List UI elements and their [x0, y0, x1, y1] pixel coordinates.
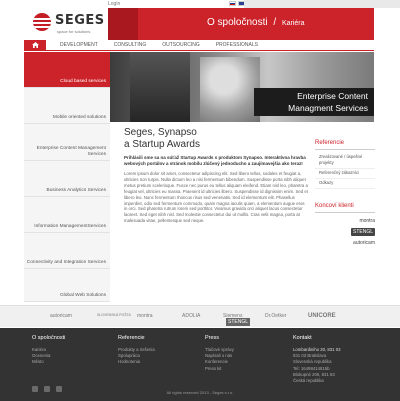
site-header: SEGES space for solutions O spoločnosti … [0, 8, 400, 40]
client-logo-stengl-text: STENGL [350, 228, 375, 236]
footer-title: Referencie [118, 335, 145, 341]
email-icon[interactable] [32, 386, 38, 392]
footer-link[interactable]: Press kit [205, 366, 234, 372]
client-logo-stengl[interactable]: STENGL [315, 228, 375, 236]
article-headline: Seges, Synapso a Startup Awards [124, 127, 308, 151]
sidebar-item-information[interactable]: Information ManagementServices [24, 197, 110, 233]
partner-logo[interactable]: montra [137, 313, 153, 319]
home-button[interactable] [24, 40, 46, 50]
references-title: Referencie [315, 140, 375, 150]
footer-col-references: Referencie Produkty a riešenia Spoluprác… [118, 335, 155, 366]
login-link[interactable]: Login [108, 1, 120, 7]
banner-caption-line2: Managment Services [288, 103, 368, 113]
page-title: O spoločnosti / Kariéra [207, 17, 305, 28]
logo-tagline: space for solutions [57, 29, 91, 34]
nav-consulting[interactable]: CONSULTING [106, 42, 154, 48]
footer-col-contact: Kontakt Lombardiniho 20, 831 03 831 03 B… [293, 335, 341, 384]
partner-logo[interactable]: STENGL [226, 318, 251, 326]
top-strip-shade [244, 0, 400, 8]
linkedin-icon[interactable] [44, 386, 50, 392]
footer-link[interactable]: Město [32, 359, 65, 365]
references-item[interactable]: Referenčný zákazníci [315, 169, 375, 179]
site-footer: O spoločnosti Kariéra Ocenenia Město Ref… [0, 328, 400, 401]
header-red-bar-shade [108, 8, 138, 40]
sidebar: Cloud based services Mobile oriented sol… [24, 52, 110, 302]
partner-logo[interactable]: Dr.Oetker [265, 313, 286, 319]
article-lead: Prihlásili sme sa na súťaž Startup Award… [124, 155, 306, 166]
references-item[interactable]: Zrealizované / úspešné projekty [315, 153, 375, 169]
nav-professionals[interactable]: PROFESSIONALS [208, 42, 266, 48]
seges-logo-mark-icon [33, 13, 51, 31]
right-column: Referencie Zrealizované / úspešné projek… [315, 140, 375, 246]
language-sk-flag-icon[interactable] [229, 1, 236, 6]
references-list: Zrealizované / úspešné projekty Referenč… [315, 153, 375, 189]
page-title-main: O spoločnosti [207, 17, 268, 28]
nav-outsourcing[interactable]: OUTSOURCING [154, 42, 208, 48]
partner-logo[interactable]: ADOLIA [182, 313, 200, 319]
article-headline-line2: a Startup Awards [124, 139, 200, 150]
page-title-separator: / [273, 17, 277, 28]
footer-link[interactable]: Hodnotenia [118, 359, 155, 365]
article-headline-line1: Seges, Synapso [124, 127, 197, 138]
sidebar-item-ecm[interactable]: Enterprise Content Management Services [24, 124, 110, 161]
client-logo-montra[interactable]: montra [315, 218, 375, 224]
banner-caption-line1: Enterprise Content [297, 91, 368, 101]
social-links [32, 386, 62, 392]
banner-photo-device [200, 57, 260, 122]
sidebar-item-cloud[interactable]: Cloud based services [24, 52, 110, 88]
banner-caption: Enterprise Content Managment Services [254, 88, 374, 116]
nav-development[interactable]: DEVELOPMENT [46, 42, 106, 48]
article: Seges, Synapso a Startup Awards Prihlási… [124, 127, 308, 227]
sidebar-item-analytics[interactable]: Business Analytics Services [24, 161, 110, 197]
seges-logo[interactable]: SEGES space for solutions [33, 11, 104, 37]
article-body: Lorem ipsum dolor sit amet, consectetur … [124, 171, 308, 224]
partner-logo[interactable]: UNICORE [308, 313, 336, 319]
footer-col-press: Press Tlačové správy Napísali o nás Konf… [205, 335, 234, 372]
sidebar-item-mobile[interactable]: Mobile oriented solutions [24, 88, 110, 124]
hero-banner: Enterprise Content Managment Services [110, 52, 374, 122]
partner-logo[interactable]: autoricam [50, 313, 72, 319]
partner-logo[interactable]: SLOVENSKÁ POŠTA [97, 313, 131, 317]
contact-line: Česká republika [293, 378, 324, 384]
footer-title: Kontakt [293, 335, 312, 341]
sidebar-item-connectivity[interactable]: Connectivity and Integration Services [24, 233, 110, 269]
footer-title: Press [205, 335, 220, 341]
clients-title: Koncoví klienti [315, 203, 375, 213]
footer-title: O spoločnosti [32, 335, 66, 341]
partner-logo-text: STENGL [226, 318, 251, 326]
top-strip: Login [0, 0, 400, 8]
twitter-icon[interactable] [56, 386, 62, 392]
references-item[interactable]: Odkazy [315, 179, 375, 189]
banner-photo-person [130, 52, 190, 122]
page-title-sub[interactable]: Kariéra [282, 20, 305, 27]
language-switcher [229, 1, 245, 6]
sidebar-item-global-web[interactable]: Global Web Solutions [24, 269, 110, 302]
home-icon [31, 42, 39, 48]
client-logo-autoricam[interactable]: autoricam [315, 240, 375, 246]
partner-logo-strip: autoricam SLOVENSKÁ POŠTA montra ADOLIA … [0, 305, 400, 327]
logo-name: SEGES [55, 13, 105, 28]
main-nav: DEVELOPMENT CONSULTING OUTSOURCING PROFE… [24, 40, 374, 51]
footer-col-company: O spoločnosti Kariéra Ocenenia Město [32, 335, 65, 366]
